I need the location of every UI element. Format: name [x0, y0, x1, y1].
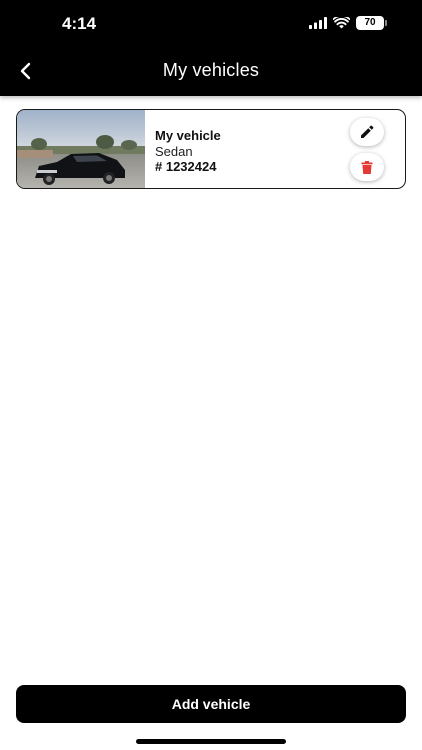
edit-vehicle-button[interactable]: [350, 118, 384, 146]
signal-icon: [309, 17, 327, 29]
vehicle-plate: # 1232424: [155, 159, 217, 174]
add-vehicle-button[interactable]: Add vehicle: [16, 685, 406, 723]
delete-vehicle-button[interactable]: [350, 153, 384, 181]
vehicle-card[interactable]: My vehicle Sedan # 1232424: [16, 109, 406, 189]
battery-indicator: 70: [356, 16, 387, 30]
page-title: My vehicles: [162, 60, 260, 80]
vehicle-type: Sedan: [155, 144, 193, 159]
vehicle-name: My vehicle: [155, 128, 221, 143]
vehicle-photo: [17, 110, 145, 188]
pencil-icon: [361, 125, 374, 138]
wifi-icon: [333, 17, 350, 29]
vehicle-info: My vehicle Sedan # 1232424: [155, 128, 221, 175]
home-indicator: [136, 739, 286, 744]
status-icons: 70: [309, 15, 387, 31]
trash-icon: [361, 160, 373, 174]
status-time: 4:14: [62, 14, 97, 33]
app-header: 4:14 70 My vehicles: [0, 0, 422, 96]
